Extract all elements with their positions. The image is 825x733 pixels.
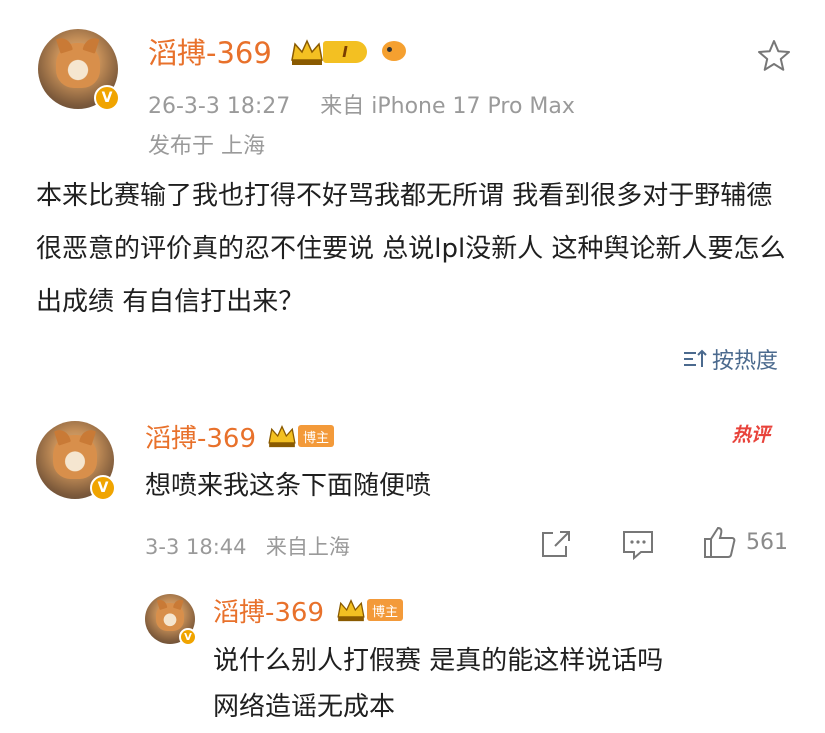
star-icon[interactable]	[756, 38, 792, 74]
crown-icon	[291, 39, 323, 65]
dog-avatar-image	[55, 43, 101, 89]
like-count: 561	[746, 529, 788, 555]
reply-text-line1: 说什么别人打假赛 是真的能这样说话吗	[213, 646, 664, 676]
comment-author-avatar[interactable]: V	[36, 421, 116, 501]
reply-text-line2: 网络造谣无成本	[213, 692, 396, 722]
post-timestamp: 26-3-3 18:27	[148, 94, 291, 119]
comment-icon[interactable]	[621, 528, 655, 560]
sort-by-hot-button[interactable]: 按热度	[682, 343, 778, 375]
sort-label: 按热度	[712, 349, 779, 374]
post-location: 发布于 上海	[148, 134, 265, 159]
sort-icon	[684, 349, 707, 367]
dog-avatar-image	[156, 603, 184, 631]
blogger-badge: 博主	[367, 599, 404, 621]
crown-icon	[268, 425, 296, 448]
verified-v-icon: V	[94, 85, 120, 111]
post-meta-line: 26-3-3 18:27 来自 iPhone 17 Pro Max	[148, 88, 575, 120]
like-button[interactable]: 561	[702, 525, 788, 559]
level-badge[interactable]: I	[323, 41, 367, 63]
comment-time: 3-3 18:44	[145, 535, 247, 559]
verified-v-icon: V	[179, 628, 197, 646]
comment-location: 来自上海	[265, 535, 350, 559]
verified-v-icon: V	[90, 475, 116, 501]
comment-author-name[interactable]: 滔搏-369	[145, 418, 256, 455]
dog-avatar-image	[53, 435, 97, 479]
crown-icon	[337, 599, 365, 622]
post-source: 来自 iPhone 17 Pro Max	[320, 94, 575, 119]
blogger-badge: 博主	[298, 425, 335, 447]
post-body: 本来比赛输了我也打得不好骂我都无所谓 我看到很多对于野辅德很恶意的评价真的忍不住…	[36, 181, 786, 317]
share-icon[interactable]	[539, 528, 573, 560]
comment-meta: 3-3 18:44 来自上海	[145, 531, 350, 561]
hot-comment-badge: 热评	[732, 424, 771, 446]
post-author-name[interactable]: 滔搏-369	[148, 30, 272, 72]
reply-author-name[interactable]: 滔搏-369	[213, 592, 324, 629]
fish-icon[interactable]	[382, 41, 406, 61]
comment-text: 想喷来我这条下面随便喷	[145, 471, 432, 501]
post-author-avatar[interactable]: V	[38, 29, 120, 111]
thumbs-up-icon	[704, 526, 736, 558]
reply-author-avatar[interactable]: V	[145, 594, 197, 646]
